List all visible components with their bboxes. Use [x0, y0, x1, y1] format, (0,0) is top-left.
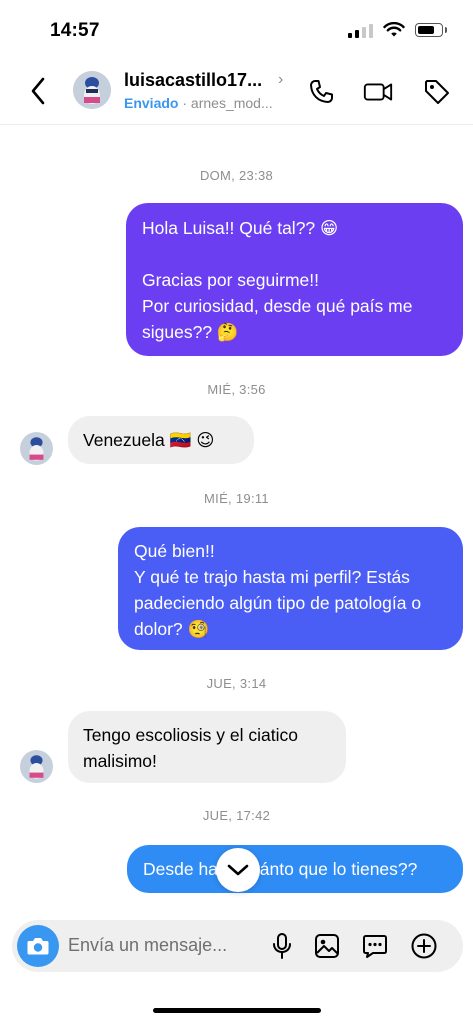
contact-avatar[interactable]	[73, 71, 111, 109]
avatar-photo	[73, 71, 111, 109]
incoming-message[interactable]: Tengo escoliosis y el ciatico malisimo!	[68, 711, 346, 783]
avatar-photo	[20, 750, 53, 783]
video-camera-icon	[363, 83, 393, 101]
tag-icon	[425, 80, 449, 104]
sender-avatar[interactable]	[20, 750, 53, 783]
timestamp: DOM, 23:38	[199, 168, 274, 183]
add-button[interactable]	[409, 931, 439, 961]
message-text: Qué bien!! Y qué te trajo hasta mi perfi…	[134, 541, 422, 639]
camera-icon	[27, 938, 49, 955]
voice-message-button[interactable]	[267, 931, 297, 961]
incoming-message[interactable]: Venezuela 🇻🇪 😉	[68, 416, 254, 464]
timestamp: MIÉ, 19:11	[204, 491, 269, 506]
video-call-button[interactable]	[362, 76, 394, 108]
tag-button[interactable]	[421, 76, 453, 108]
timestamp: JUE, 3:14	[206, 676, 267, 691]
sent-status: Enviado	[124, 95, 179, 111]
subtitle-separator: ·	[182, 95, 188, 111]
sticker-button[interactable]	[360, 931, 390, 961]
message-text: Hola Luisa!! Qué tal?? 😁 Gracias por seg…	[142, 218, 413, 342]
status-time: 14:57	[50, 20, 100, 41]
phone-icon	[310, 80, 333, 103]
call-button[interactable]	[305, 76, 337, 108]
gallery-button[interactable]	[312, 931, 342, 961]
chevron-left-icon	[31, 77, 45, 105]
message-text: Desde hace cuánto que lo tienes??	[143, 859, 418, 879]
sender-avatar[interactable]	[20, 432, 53, 465]
chat-header: luisacastillo17... › Enviado · arnes_mod…	[0, 60, 473, 125]
avatar-photo	[20, 432, 53, 465]
cellular-signal-icon	[348, 23, 373, 38]
contact-subtitle: Enviado · arnes_mod...	[124, 95, 273, 111]
outgoing-message[interactable]: Hola Luisa!! Qué tal?? 😁 Gracias por seg…	[126, 203, 463, 356]
wifi-icon	[383, 22, 405, 37]
outgoing-message[interactable]: Qué bien!! Y qué te trajo hasta mi perfi…	[118, 527, 463, 650]
chevron-down-icon	[227, 864, 249, 876]
home-indicator	[153, 1008, 321, 1013]
camera-button[interactable]	[17, 925, 59, 967]
message-composer: Envía un mensaje...	[12, 920, 463, 972]
image-icon	[315, 934, 339, 958]
message-input[interactable]: Envía un mensaje...	[68, 935, 227, 956]
subtitle-account: arnes_mod...	[190, 95, 273, 111]
contact-username[interactable]: luisacastillo17...	[124, 70, 262, 91]
status-bar: 14:57	[0, 0, 473, 60]
message-text: Venezuela 🇻🇪 😉	[83, 430, 215, 450]
back-button[interactable]	[22, 74, 54, 108]
microphone-icon	[273, 933, 291, 959]
timestamp: JUE, 17:42	[202, 808, 271, 823]
scroll-to-bottom-button[interactable]	[216, 848, 260, 892]
chevron-right-icon: ›	[278, 71, 284, 88]
message-text: Tengo escoliosis y el ciatico malisimo!	[83, 725, 298, 771]
battery-icon	[415, 23, 447, 37]
status-icons	[348, 22, 447, 38]
plus-circle-icon	[411, 933, 437, 959]
chat-bubble-icon	[363, 935, 387, 958]
timestamp: MIÉ, 3:56	[207, 382, 266, 397]
outgoing-message[interactable]: Desde hace cuánto que lo tienes??	[127, 845, 463, 893]
